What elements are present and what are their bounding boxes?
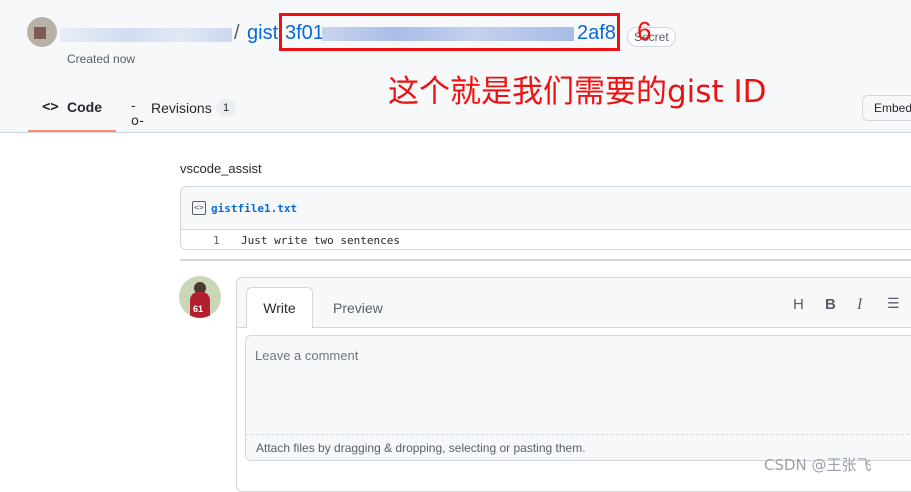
watermark: CSDN @王张飞 (764, 456, 872, 474)
commenter-avatar[interactable]: 61 (179, 276, 221, 318)
bold-icon[interactable]: B (825, 296, 836, 313)
attach-hint: Attach files by dragging & dropping, sel… (256, 441, 586, 455)
comment-placeholder: Leave a comment (255, 348, 359, 363)
italic-icon[interactable]: I (857, 296, 862, 314)
line-number[interactable]: 1 (213, 234, 220, 247)
line-content: Just write two sentences (241, 234, 400, 247)
heading-icon[interactable]: H (793, 296, 804, 313)
commit-icon: -o- (131, 99, 144, 129)
file-code-icon: <> (192, 201, 206, 215)
code-icon: <> (42, 99, 59, 115)
owner-avatar[interactable] (27, 17, 57, 47)
gist-link-prefix[interactable]: gist (247, 22, 278, 45)
annotation-step-number: 6 (637, 16, 652, 46)
annotation-highlight-box (279, 13, 620, 51)
embed-button[interactable]: Embed (862, 95, 911, 121)
tab-write[interactable]: Write (246, 287, 313, 328)
created-timestamp: Created now (67, 52, 136, 66)
tab-code[interactable]: <> Code (28, 90, 116, 132)
section-divider (180, 259, 911, 261)
tab-preview[interactable]: Preview (333, 300, 383, 316)
comment-input[interactable]: Leave a comment Attach files by dragging… (245, 335, 911, 461)
owner-name-redacted[interactable] (60, 28, 232, 42)
gist-description: vscode_assist (180, 161, 262, 176)
revisions-count-badge: 1 (216, 99, 236, 117)
comment-toolbar: Write Preview H B I ☰ (237, 278, 911, 328)
quote-icon[interactable]: ☰ (887, 296, 900, 312)
file-box: <> gistfile1.txt 1 Just write two senten… (180, 186, 911, 250)
annotation-text: 这个就是我们需要的gist ID (388, 74, 767, 110)
tab-revisions-label: Revisions (151, 100, 212, 116)
file-name-link[interactable]: gistfile1.txt (211, 202, 297, 215)
tab-code-label: Code (67, 99, 102, 115)
file-header: <> gistfile1.txt (181, 187, 911, 230)
path-separator: / (234, 22, 240, 44)
